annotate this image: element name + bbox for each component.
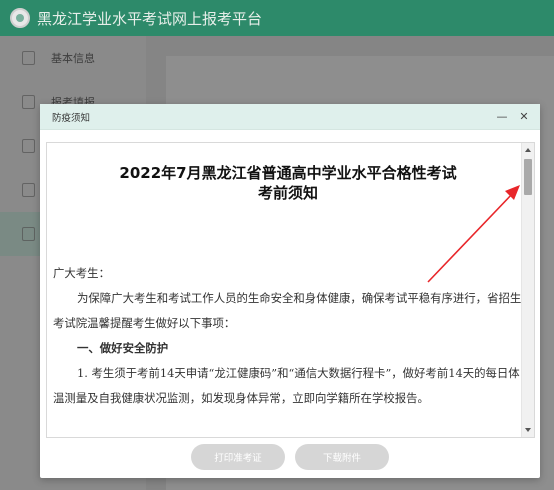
scrollbar-thumb[interactable]: [524, 159, 532, 195]
form-icon: [22, 95, 35, 109]
modal-footer: 打印准考证 下载附件: [40, 444, 540, 472]
settings-icon: [22, 139, 35, 153]
minimize-icon[interactable]: —: [496, 110, 508, 123]
document-title: 2022年7月黑龙江省普通高中学业水平合格性考试: [119, 164, 457, 182]
item-paragraph: 1. 考生须于考前14天申请“龙江健康码”和“通信大数据行程卡”，做好考前14天…: [53, 366, 520, 405]
chart-icon: [22, 227, 35, 241]
scroll-down-icon[interactable]: [525, 428, 531, 432]
id-card-icon: [22, 51, 35, 65]
scroll-up-icon[interactable]: [525, 148, 531, 152]
document-icon: [22, 183, 35, 197]
download-attachment-button[interactable]: 下载附件: [295, 444, 389, 470]
print-admission-ticket-button[interactable]: 打印准考证: [191, 444, 285, 470]
document-content: 2022年7月黑龙江省普通高中学业水平合格性考试 考前须知 广大考生： 为保障广…: [47, 143, 523, 437]
section-heading: 一、做好安全防护: [77, 341, 169, 355]
sidebar-item-basic-info[interactable]: 基本信息: [0, 36, 146, 80]
notice-modal: 防疫须知 — ✕ 2022年7月黑龙江省普通高中学业水平合格性考试 考前须知 广…: [40, 104, 540, 478]
document-subtitle: 考前须知: [257, 184, 318, 202]
modal-title: 防疫须知: [52, 112, 91, 124]
greeting-text: 广大考生：: [53, 266, 110, 280]
modal-titlebar: 防疫须知 — ✕: [40, 104, 540, 130]
document-viewer[interactable]: 2022年7月黑龙江省普通高中学业水平合格性考试 考前须知 广大考生： 为保障广…: [46, 142, 535, 438]
intro-paragraph: 为保障广大考生和考试工作人员的生命安全和身体健康，确保考试平稳有序进行，省招生考…: [53, 291, 522, 330]
sidebar-item-label: 基本信息: [51, 52, 95, 65]
app-title: 黑龙江学业水平考试网上报考平台: [37, 9, 263, 28]
close-icon[interactable]: ✕: [518, 110, 530, 123]
app-header: 黑龙江学业水平考试网上报考平台: [0, 0, 554, 36]
modal-controls: — ✕: [496, 110, 530, 123]
document-scrollbar[interactable]: [521, 143, 534, 437]
logo-icon: [10, 8, 30, 28]
